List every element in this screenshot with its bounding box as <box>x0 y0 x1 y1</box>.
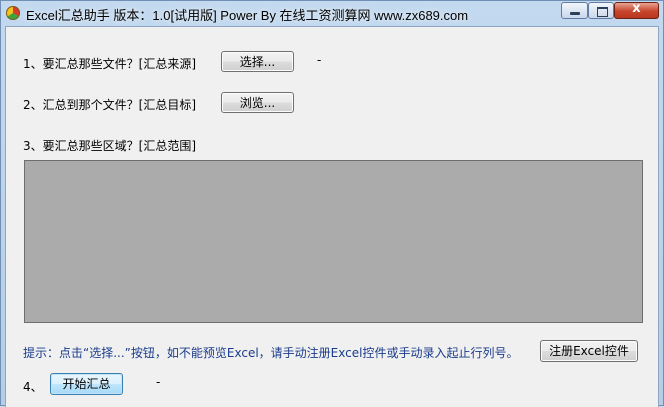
client-area: 1、要汇总那些文件？[汇总来源] 选择... - 2、汇总到那个文件？[汇总目标… <box>5 26 659 407</box>
close-button[interactable]: x <box>614 1 659 19</box>
step4-status: - <box>156 375 161 389</box>
step1-status: - <box>317 53 322 67</box>
select-source-button[interactable]: 选择... <box>221 51 294 72</box>
app-icon <box>6 6 20 20</box>
maximize-icon <box>597 7 608 17</box>
range-preview-area[interactable] <box>24 160 643 323</box>
hint-text: 提示：点击“选择...”按钮，如不能预览Excel，请手动注册Excel控件或手… <box>23 346 519 360</box>
step3-label: 3、要汇总那些区域？[汇总范围] <box>23 139 196 153</box>
step2-label: 2、汇总到那个文件？[汇总目标] <box>23 98 196 112</box>
step1-label: 1、要汇总那些文件？[汇总来源] <box>23 57 196 71</box>
close-icon: x <box>632 1 641 16</box>
browse-target-button[interactable]: 浏览... <box>221 92 294 113</box>
register-excel-control-button[interactable]: 注册Excel控件 <box>540 340 638 362</box>
minimize-icon <box>570 12 580 15</box>
maximize-button[interactable] <box>588 2 614 19</box>
minimize-button[interactable] <box>561 2 588 19</box>
start-summary-button[interactable]: 开始汇总 <box>50 373 123 395</box>
window-title: Excel汇总助手 版本：1.0[试用版] Power By 在线工资测算网 w… <box>26 8 469 23</box>
step4-label: 4、 <box>23 380 43 394</box>
title-bar[interactable]: Excel汇总助手 版本：1.0[试用版] Power By 在线工资测算网 w… <box>1 1 663 25</box>
main-window: Excel汇总助手 版本：1.0[试用版] Power By 在线工资测算网 w… <box>0 0 664 407</box>
